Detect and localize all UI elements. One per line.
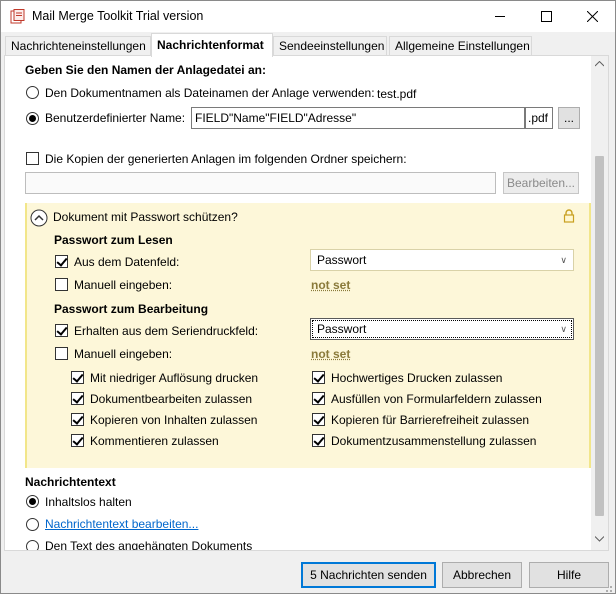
- edit-field-dropdown[interactable]: Passwort ∨: [310, 318, 574, 340]
- read-field-dropdown[interactable]: Passwort ∨: [310, 249, 574, 271]
- resize-grip-icon[interactable]: [601, 581, 613, 593]
- tab-general-settings[interactable]: Allgemeine Einstellungen: [389, 36, 532, 56]
- extension-field: .pdf: [525, 107, 553, 129]
- radio-doc-name-label: Den Dokumentnamen als Dateinamen der Anl…: [45, 86, 375, 100]
- radio-doc-name[interactable]: [26, 86, 39, 99]
- minimize-button[interactable]: [477, 1, 523, 32]
- radio-keep-empty[interactable]: [26, 495, 39, 508]
- permission-checkbox[interactable]: [312, 392, 325, 405]
- radio-custom-name-label: Benutzerdefinierter Name:: [45, 111, 186, 125]
- read-from-field-checkbox[interactable]: [55, 255, 68, 268]
- tab-message-settings[interactable]: Nachrichteneinstellungen: [5, 36, 151, 56]
- permission-checkbox[interactable]: [71, 371, 84, 384]
- folder-path-input[interactable]: [25, 172, 496, 194]
- browse-name-button[interactable]: ...: [558, 107, 580, 129]
- vertical-scrollbar[interactable]: [591, 56, 608, 550]
- read-manual-value-link[interactable]: not set: [311, 278, 350, 292]
- permission-label: Kopieren für Barrierefreiheit zulassen: [331, 413, 530, 427]
- read-password-heading: Passwort zum Lesen: [54, 233, 173, 247]
- close-icon: [586, 11, 598, 22]
- permission-label: Mit niedriger Auflösung drucken: [90, 371, 259, 385]
- edit-password-heading: Passwort zum Bearbeitung: [54, 302, 209, 316]
- main-window: Mail Merge Toolkit Trial version Nachric…: [0, 0, 616, 594]
- permission-checkbox[interactable]: [71, 434, 84, 447]
- edit-manual-checkbox[interactable]: [55, 347, 68, 360]
- radio-custom-name[interactable]: [26, 112, 39, 125]
- cancel-button[interactable]: Abbrechen: [442, 562, 522, 588]
- password-protection-group: Dokument mit Passwort schützen? Passwort…: [25, 203, 591, 468]
- lock-icon: [563, 209, 575, 223]
- minimize-icon: [494, 16, 505, 17]
- edit-from-field-label: Erhalten aus dem Seriendruckfeld:: [74, 324, 259, 338]
- radio-edit-text[interactable]: [26, 518, 39, 531]
- save-copies-checkbox[interactable]: [26, 152, 39, 165]
- scroll-up-arrow-icon[interactable]: [595, 61, 604, 67]
- read-from-field-label: Aus dem Datenfeld:: [74, 255, 180, 269]
- permission-checkbox[interactable]: [71, 392, 84, 405]
- permission-label: Kopieren von Inhalten zulassen: [90, 413, 258, 427]
- scroll-down-arrow-icon[interactable]: [595, 536, 604, 542]
- window-title: Mail Merge Toolkit Trial version: [32, 9, 204, 23]
- close-window-button[interactable]: [569, 1, 615, 32]
- custom-name-input[interactable]: FIELD"Name"FIELD"Adresse": [191, 107, 525, 129]
- read-manual-label: Manuell eingeben:: [74, 278, 173, 292]
- save-copies-label: Die Kopien der generierten Anlagen im fo…: [45, 152, 407, 166]
- maximize-button[interactable]: [523, 1, 569, 32]
- permission-label: Dokumentbearbeiten zulassen: [90, 392, 253, 406]
- edit-manual-value-link[interactable]: not set: [311, 347, 350, 361]
- chevron-down-icon: ∨: [560, 324, 567, 334]
- app-icon: [10, 9, 25, 24]
- permission-checkbox[interactable]: [71, 413, 84, 426]
- doc-name-value: test.pdf: [377, 87, 417, 101]
- content-panel: Geben Sie den Namen der Anlagedatei an: …: [4, 55, 609, 551]
- edit-from-field-checkbox[interactable]: [55, 324, 68, 337]
- read-manual-checkbox[interactable]: [55, 278, 68, 291]
- permission-checkbox[interactable]: [312, 371, 325, 384]
- message-text-heading: Nachrichtentext: [25, 475, 116, 489]
- permission-label: Dokumentzusammenstellung zulassen: [331, 434, 537, 448]
- permission-label: Hochwertiges Drucken zulassen: [331, 371, 503, 385]
- radio-attached-text-label: Den Text des angehängten Dokuments: [45, 539, 253, 551]
- help-button[interactable]: Hilfe: [529, 562, 609, 588]
- permission-label: Ausfüllen von Formularfeldern zulassen: [331, 392, 542, 406]
- password-toggle-label[interactable]: Dokument mit Passwort schützen?: [53, 210, 238, 224]
- edit-manual-label: Manuell eingeben:: [74, 347, 173, 361]
- read-field-value: Passwort: [317, 253, 367, 267]
- tab-send-settings[interactable]: Sendeeinstellungen: [273, 36, 387, 56]
- chevron-down-icon: ∨: [560, 255, 567, 265]
- permission-label: Kommentieren zulassen: [90, 434, 219, 448]
- radio-keep-empty-label: Inhaltslos halten: [45, 495, 132, 509]
- radio-attached-text[interactable]: [26, 540, 39, 550]
- edit-folder-button[interactable]: Bearbeiten...: [503, 172, 579, 194]
- maximize-icon: [540, 11, 552, 22]
- edit-field-value: Passwort: [317, 322, 367, 336]
- permission-checkbox[interactable]: [312, 413, 325, 426]
- collapse-chevron-up-icon[interactable]: [30, 209, 48, 227]
- title-bar: Mail Merge Toolkit Trial version: [1, 1, 615, 32]
- tab-message-format[interactable]: Nachrichtenformat: [151, 33, 273, 57]
- scrollbar-thumb[interactable]: [595, 156, 604, 516]
- tab-strip: Nachrichteneinstellungen Nachrichtenform…: [1, 32, 615, 57]
- send-messages-button[interactable]: 5 Nachrichten senden: [301, 562, 436, 588]
- edit-message-text-link[interactable]: Nachrichtentext bearbeiten...: [45, 517, 198, 531]
- permission-checkbox[interactable]: [312, 434, 325, 447]
- attachment-heading: Geben Sie den Namen der Anlagedatei an:: [25, 63, 266, 77]
